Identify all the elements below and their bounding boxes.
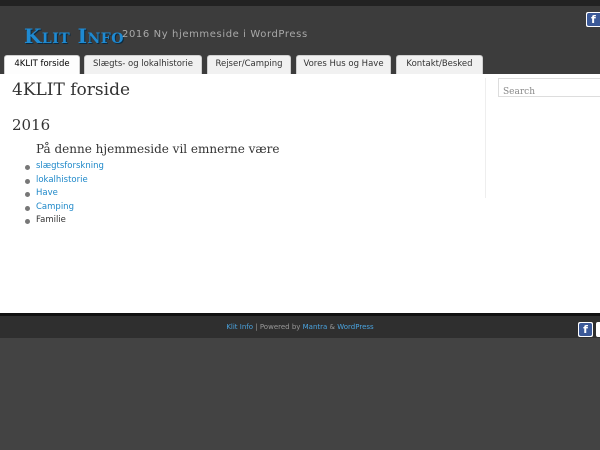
site-title[interactable]: Klit Info (24, 24, 124, 48)
topic-link[interactable]: lokalhistorie (36, 175, 88, 185)
list-item[interactable]: lokalhistorie (22, 174, 104, 188)
tab-rejser-camping[interactable]: Rejser/Camping (207, 55, 291, 74)
social-icon[interactable] (596, 322, 600, 337)
topics-intro: På denne hjemmeside vil emnerne være (36, 142, 280, 156)
search-box (498, 78, 600, 100)
footer-separator: | Powered by (253, 323, 303, 331)
tab-kontakt-besked[interactable]: Kontakt/Besked (396, 55, 483, 74)
topic-text: Familie (36, 215, 66, 225)
bullet-icon (25, 219, 30, 224)
page-title: 4KLIT forside (12, 80, 131, 100)
footer-credits: Klit Info | Powered by Mantra & WordPres… (0, 323, 600, 331)
footer-site-link[interactable]: Klit Info (226, 323, 253, 331)
sidebar-divider (485, 78, 486, 198)
tab-4klit-forside[interactable]: 4KLIT forside (4, 55, 80, 74)
main-nav: 4KLIT forside Slægts- og lokalhistorie R… (0, 55, 600, 74)
site-tagline: 2016 Ny hjemmeside i WordPress (122, 29, 308, 40)
section-heading: 2016 (12, 116, 51, 134)
topics-list: slægtsforskning lokalhistorie Have Campi… (22, 160, 104, 228)
site-footer: Klit Info | Powered by Mantra & WordPres… (0, 313, 600, 338)
bullet-icon (25, 178, 30, 184)
bullet-icon (25, 205, 30, 211)
facebook-icon[interactable]: f (578, 322, 593, 337)
footer-theme-link[interactable]: Mantra (303, 323, 328, 331)
search-input[interactable] (503, 84, 599, 100)
tab-slaegts-og-lokalhistorie[interactable]: Slægts- og lokalhistorie (84, 55, 202, 74)
facebook-icon[interactable]: f (586, 12, 600, 27)
list-item[interactable]: slægtsforskning (22, 160, 104, 174)
list-item[interactable]: Camping (22, 201, 104, 215)
list-item: Familie (22, 214, 104, 228)
footer-amp: & (327, 323, 338, 331)
bullet-icon (25, 192, 30, 197)
topic-link[interactable]: Camping (36, 202, 74, 212)
footer-wordpress-link[interactable]: WordPress (337, 323, 373, 331)
main-content: 4KLIT forside 2016 På denne hjemmeside v… (0, 74, 600, 313)
bullet-icon (25, 165, 30, 170)
topic-link[interactable]: Have (36, 188, 58, 198)
topic-link[interactable]: slægtsforskning (36, 161, 104, 171)
list-item[interactable]: Have (22, 187, 104, 201)
tab-vores-hus-og-have[interactable]: Vores Hus og Have (296, 55, 391, 74)
